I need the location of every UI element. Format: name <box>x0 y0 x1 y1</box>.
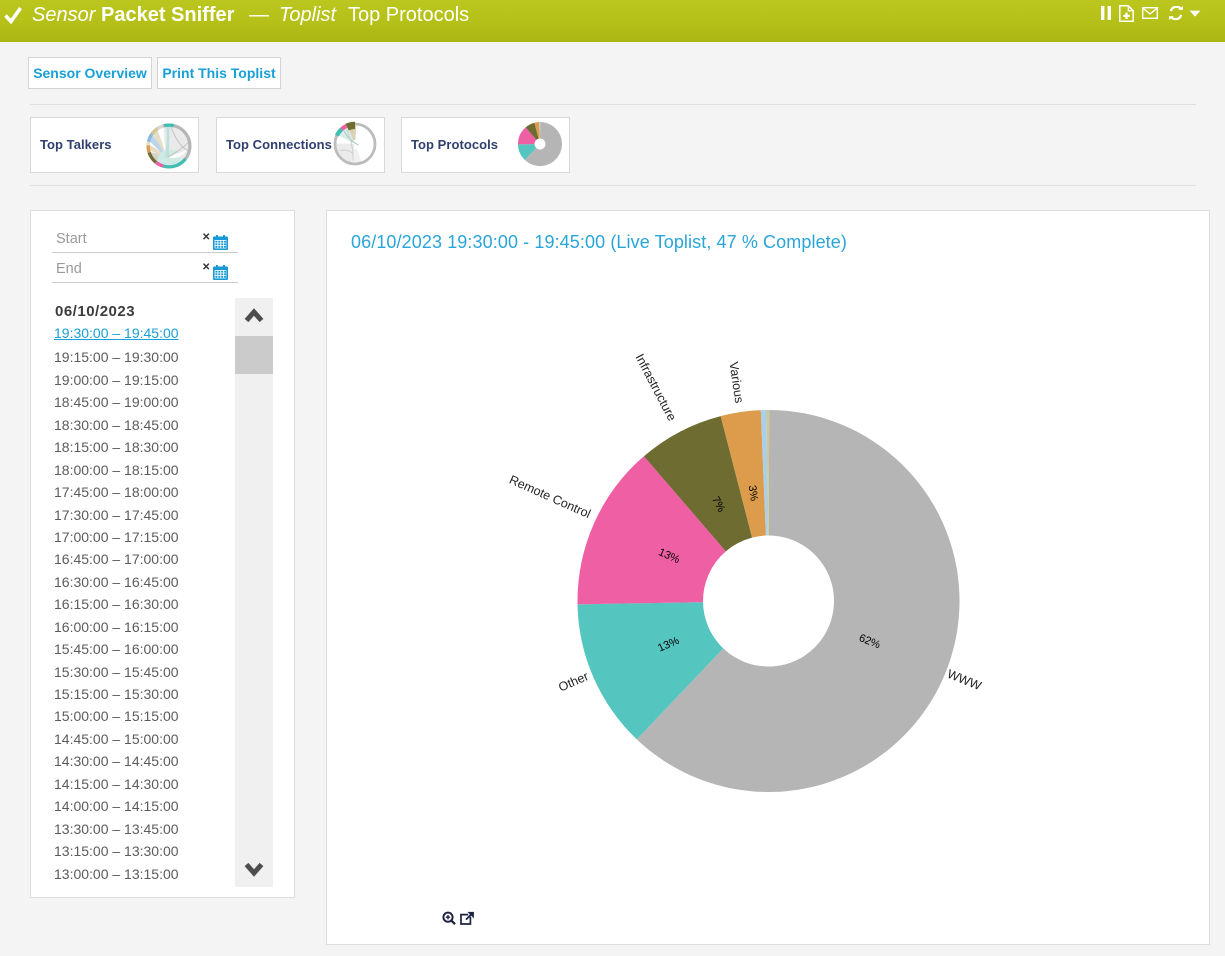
svg-text:Various: Various <box>726 361 746 404</box>
svg-text:Other: Other <box>556 669 590 694</box>
svg-text:Infrastructure: Infrastructure <box>633 352 680 424</box>
svg-text:WWW: WWW <box>945 667 983 693</box>
svg-text:3%: 3% <box>746 484 760 502</box>
svg-text:Remote Control: Remote Control <box>507 473 593 522</box>
